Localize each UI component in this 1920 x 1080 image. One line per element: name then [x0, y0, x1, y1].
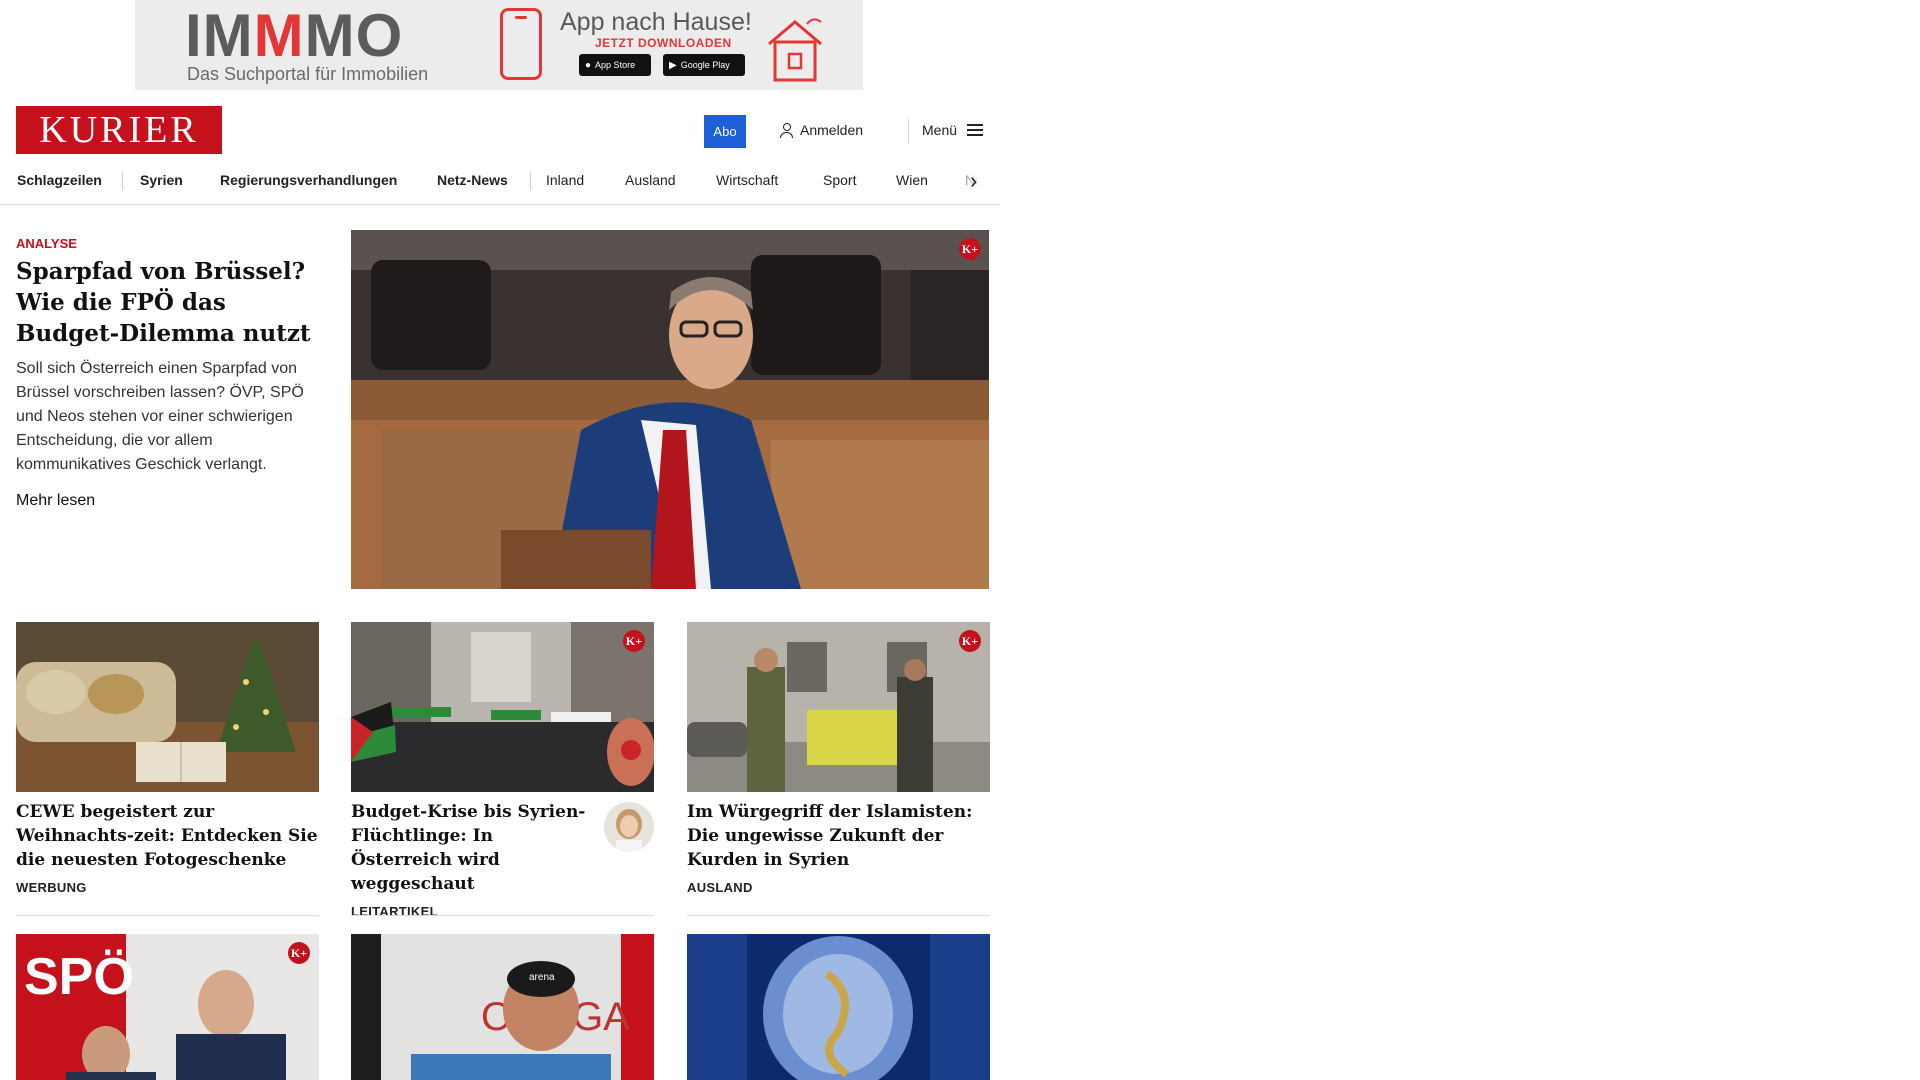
kplus-badge: K+ — [288, 942, 310, 964]
play-icon: ▶ — [669, 59, 677, 71]
article-card[interactable]: K+ Im Würgegriff der Islamisten: Die ung… — [687, 622, 990, 895]
login-label: Anmelden — [800, 122, 864, 138]
card-image: K+ — [687, 622, 990, 792]
nav-divider — [122, 172, 123, 190]
fountain-photo — [687, 934, 990, 1080]
chevron-right-icon[interactable]: › — [970, 168, 977, 194]
kplus-badge: K+ — [623, 630, 645, 652]
site-header: KURIER Abo Anmelden Menü — [0, 100, 1000, 160]
google-play-button[interactable]: ▶ Google Play — [663, 54, 745, 76]
ad-tagline: Das Suchportal für Immobilien — [187, 64, 429, 84]
ad-logo: IMMMO — [185, 2, 404, 69]
nav-item-sport[interactable]: Sport — [823, 164, 856, 204]
card-title[interactable]: Im Würgegriff der Islamisten: Die ungewi… — [687, 800, 990, 872]
hamburger-icon — [967, 124, 984, 136]
protest-photo — [351, 622, 654, 792]
spo-text: SPÖ — [24, 948, 134, 1006]
card-title[interactable]: CEWE begeistert zur Weihnachts-zeit: Ent… — [16, 800, 319, 872]
page: IMMMO Das Suchportal für Immobilien App … — [0, 0, 1000, 1080]
app-store-button[interactable]: ● App Store — [579, 54, 651, 76]
card-title[interactable]: Budget-Krise bis Syrien-Flüchtlinge: In … — [351, 800, 591, 896]
nav-item-inland[interactable]: Inland — [546, 164, 584, 204]
user-icon — [780, 122, 794, 138]
card-category: WERBUNG — [16, 880, 87, 895]
read-more-link[interactable]: Mehr lesen — [16, 492, 95, 510]
nav-item-wirtschaft[interactable]: Wirtschaft — [716, 164, 778, 204]
spo-photo: SPÖ — [16, 934, 319, 1080]
christmas-photo — [16, 622, 319, 792]
nav-item-syrien[interactable]: Syrien — [140, 164, 183, 204]
card-divider — [351, 915, 654, 916]
nav-item-schlagzeilen[interactable]: Schlagzeilen — [17, 164, 102, 204]
kplus-badge: K+ — [959, 238, 981, 260]
menu-label: Menü — [922, 122, 958, 138]
apple-icon: ● — [585, 59, 592, 71]
ad-cta: JETZT DOWNLOADEN — [595, 36, 732, 50]
article-card[interactable]: CEWE begeistert zur Weihnachts-zeit: Ent… — [16, 622, 319, 895]
abo-button[interactable]: Abo — [704, 115, 746, 148]
login-button[interactable]: Anmelden — [780, 122, 863, 138]
nav-divider — [530, 172, 531, 190]
article-card-image[interactable]: SPÖ K+ — [16, 934, 319, 1080]
article-card-image[interactable] — [687, 934, 990, 1080]
author-avatar — [604, 802, 654, 852]
lead-image[interactable]: K+ — [351, 230, 989, 589]
lead-teaser: Soll sich Österreich einen Sparpfad von … — [16, 360, 304, 473]
phone-icon — [500, 8, 542, 80]
nav-item-netz-news[interactable]: Netz-News — [437, 164, 508, 204]
kurier-logo[interactable]: KURIER — [16, 106, 222, 154]
kurds-photo — [687, 622, 990, 792]
article-card[interactable]: K+ Budget-Krise bis Syrien-Flüchtlinge: … — [351, 622, 654, 919]
kplus-badge: K+ — [959, 630, 981, 652]
lead-kicker: ANALYSE — [16, 236, 77, 251]
lead-photo — [351, 230, 989, 589]
card-image: K+ — [351, 622, 654, 792]
ad-banner[interactable]: IMMMO Das Suchportal für Immobilien App … — [135, 0, 863, 90]
arena-text: arena — [529, 972, 555, 983]
card-category: LEITARTIKEL — [351, 904, 438, 919]
lead-headline[interactable]: Sparpfad von Brüssel? Wie die FPÖ das Bu… — [16, 256, 316, 349]
menu-button[interactable]: Menü — [922, 122, 984, 138]
card-image — [16, 622, 319, 792]
nav-item-ausland[interactable]: Ausland — [625, 164, 676, 204]
house-icon — [768, 18, 822, 82]
nav-item-regierungsverhandlungen[interactable]: Regierungsverhandlungen — [220, 164, 397, 204]
nav-item-wien[interactable]: Wien — [896, 164, 928, 204]
swimmer-photo: OMEGA arena — [351, 934, 654, 1080]
header-divider — [908, 119, 909, 143]
article-card-image[interactable]: OMEGA arena — [351, 934, 654, 1080]
author-photo — [604, 802, 654, 852]
ad-headline: App nach Hause! — [560, 8, 752, 36]
card-divider — [687, 915, 990, 916]
card-divider — [16, 915, 319, 916]
section-nav: Schlagzeilen Syrien Regierungsverhandlun… — [0, 164, 1000, 205]
card-category: AUSLAND — [687, 880, 753, 895]
